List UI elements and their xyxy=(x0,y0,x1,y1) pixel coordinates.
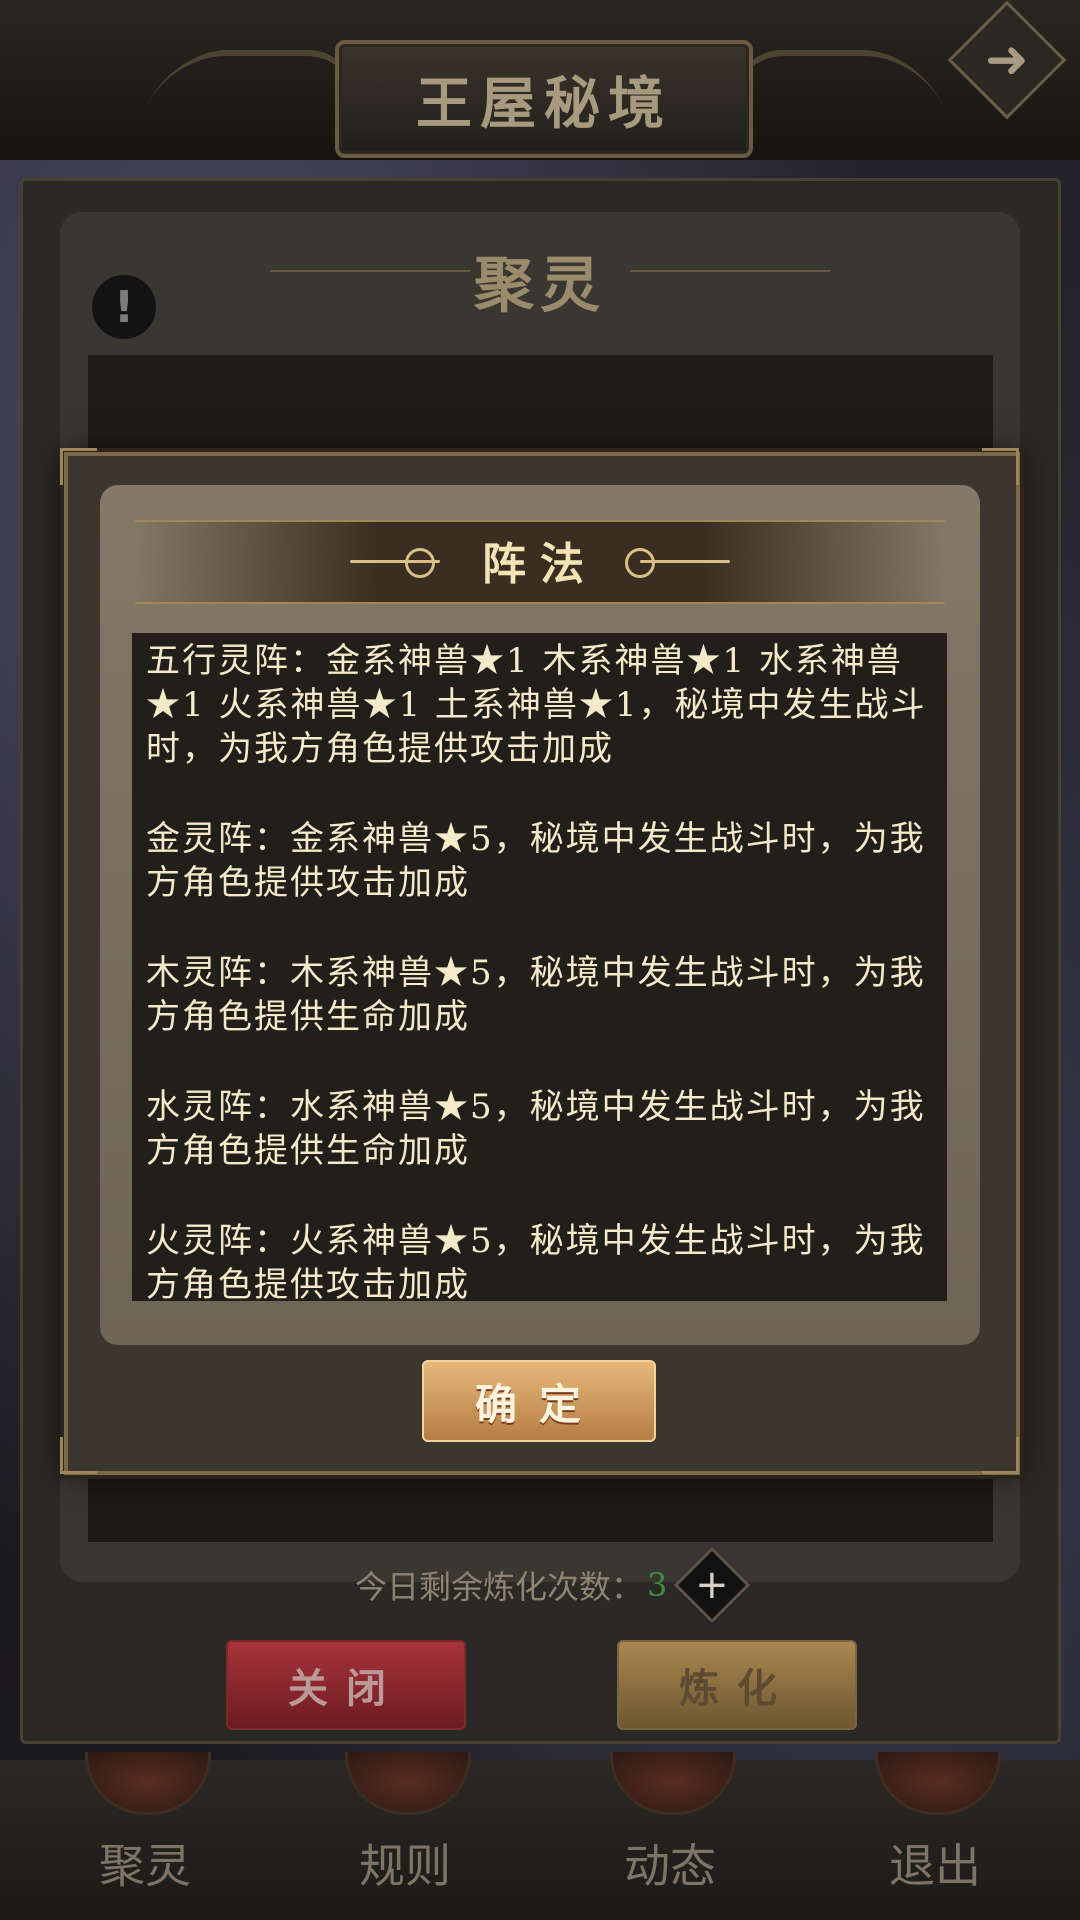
remaining-label: 今日剩余炼化次数： xyxy=(355,1568,644,1606)
page-title: 王屋秘境 xyxy=(416,70,672,137)
nav-label: 规则 xyxy=(359,1839,451,1893)
formation-text-scroll[interactable]: 五行灵阵：金系神兽★1 木系神兽★1 水系神兽★1 火系神兽★1 土系神兽★1，… xyxy=(132,633,947,1301)
remaining-count-row: 今日剩余炼化次数： 3 + xyxy=(355,1546,751,1624)
top-bar: 王屋秘境 ➜ xyxy=(0,0,1080,160)
dialog-title-swirl-left xyxy=(405,548,435,578)
title-plate: 王屋秘境 xyxy=(335,40,753,158)
exclamation-icon[interactable]: ! xyxy=(92,275,156,339)
remaining-count: 3 xyxy=(647,1566,668,1604)
dialog-corner-ornament xyxy=(60,1437,97,1474)
nav-label: 聚灵 xyxy=(99,1839,191,1893)
dialog-title: 阵法 xyxy=(482,539,598,590)
arrow-right-icon: ➜ xyxy=(985,29,1029,90)
nav-item-exit[interactable]: 退出 xyxy=(835,1752,1035,1920)
dialog-corner-ornament xyxy=(60,448,97,485)
add-count-button[interactable]: + xyxy=(674,1546,751,1624)
dialog-corner-ornament xyxy=(982,1437,1019,1474)
formation-description: 木灵阵：木系神兽★5，秘境中发生战斗时，为我方角色提供生命加成 xyxy=(146,953,926,1037)
panel-content-strip xyxy=(88,1470,993,1542)
juling-icon xyxy=(85,1752,211,1815)
formation-text: 五行灵阵：金系神兽★1 木系神兽★1 水系神兽★1 火系神兽★1 土系神兽★1，… xyxy=(132,633,947,1301)
confirm-button[interactable]: 确定 xyxy=(422,1360,656,1442)
nav-item-juling[interactable]: 聚灵 xyxy=(45,1752,245,1920)
nav-item-activity[interactable]: 动态 xyxy=(570,1752,770,1920)
formation-description: 金灵阵：金系神兽★5，秘境中发生战斗时，为我方角色提供攻击加成 xyxy=(146,819,926,903)
dialog-corner-ornament xyxy=(982,448,1019,485)
formation-description: 水灵阵：水系神兽★5，秘境中发生战斗时，为我方角色提供生命加成 xyxy=(146,1087,926,1171)
nav-item-rules[interactable]: 规则 xyxy=(305,1752,505,1920)
refine-button[interactable]: 炼化 xyxy=(617,1640,857,1730)
formation-description: 火灵阵：火系神兽★5，秘境中发生战斗时，为我方角色提供攻击加成 xyxy=(146,1221,926,1301)
activity-icon xyxy=(610,1752,736,1815)
formation-description: 五行灵阵：金系神兽★1 木系神兽★1 水系神兽★1 火系神兽★1 土系神兽★1，… xyxy=(146,641,927,769)
rules-icon xyxy=(345,1752,471,1815)
plus-icon: + xyxy=(695,1561,730,1608)
exit-icon xyxy=(875,1752,1001,1815)
exit-arrow-button[interactable]: ➜ xyxy=(947,0,1067,120)
panel-content-area xyxy=(88,355,993,455)
close-button[interactable]: 关闭 xyxy=(226,1640,466,1730)
bottom-nav: 聚灵 规则 动态 退出 xyxy=(0,1752,1080,1920)
panel-title: 聚灵 xyxy=(474,250,606,321)
title-ornament-left xyxy=(132,50,368,146)
title-ornament-right xyxy=(722,50,958,146)
nav-label: 退出 xyxy=(889,1839,981,1893)
panel-header: 聚灵 xyxy=(240,235,840,325)
nav-label: 动态 xyxy=(624,1839,716,1893)
